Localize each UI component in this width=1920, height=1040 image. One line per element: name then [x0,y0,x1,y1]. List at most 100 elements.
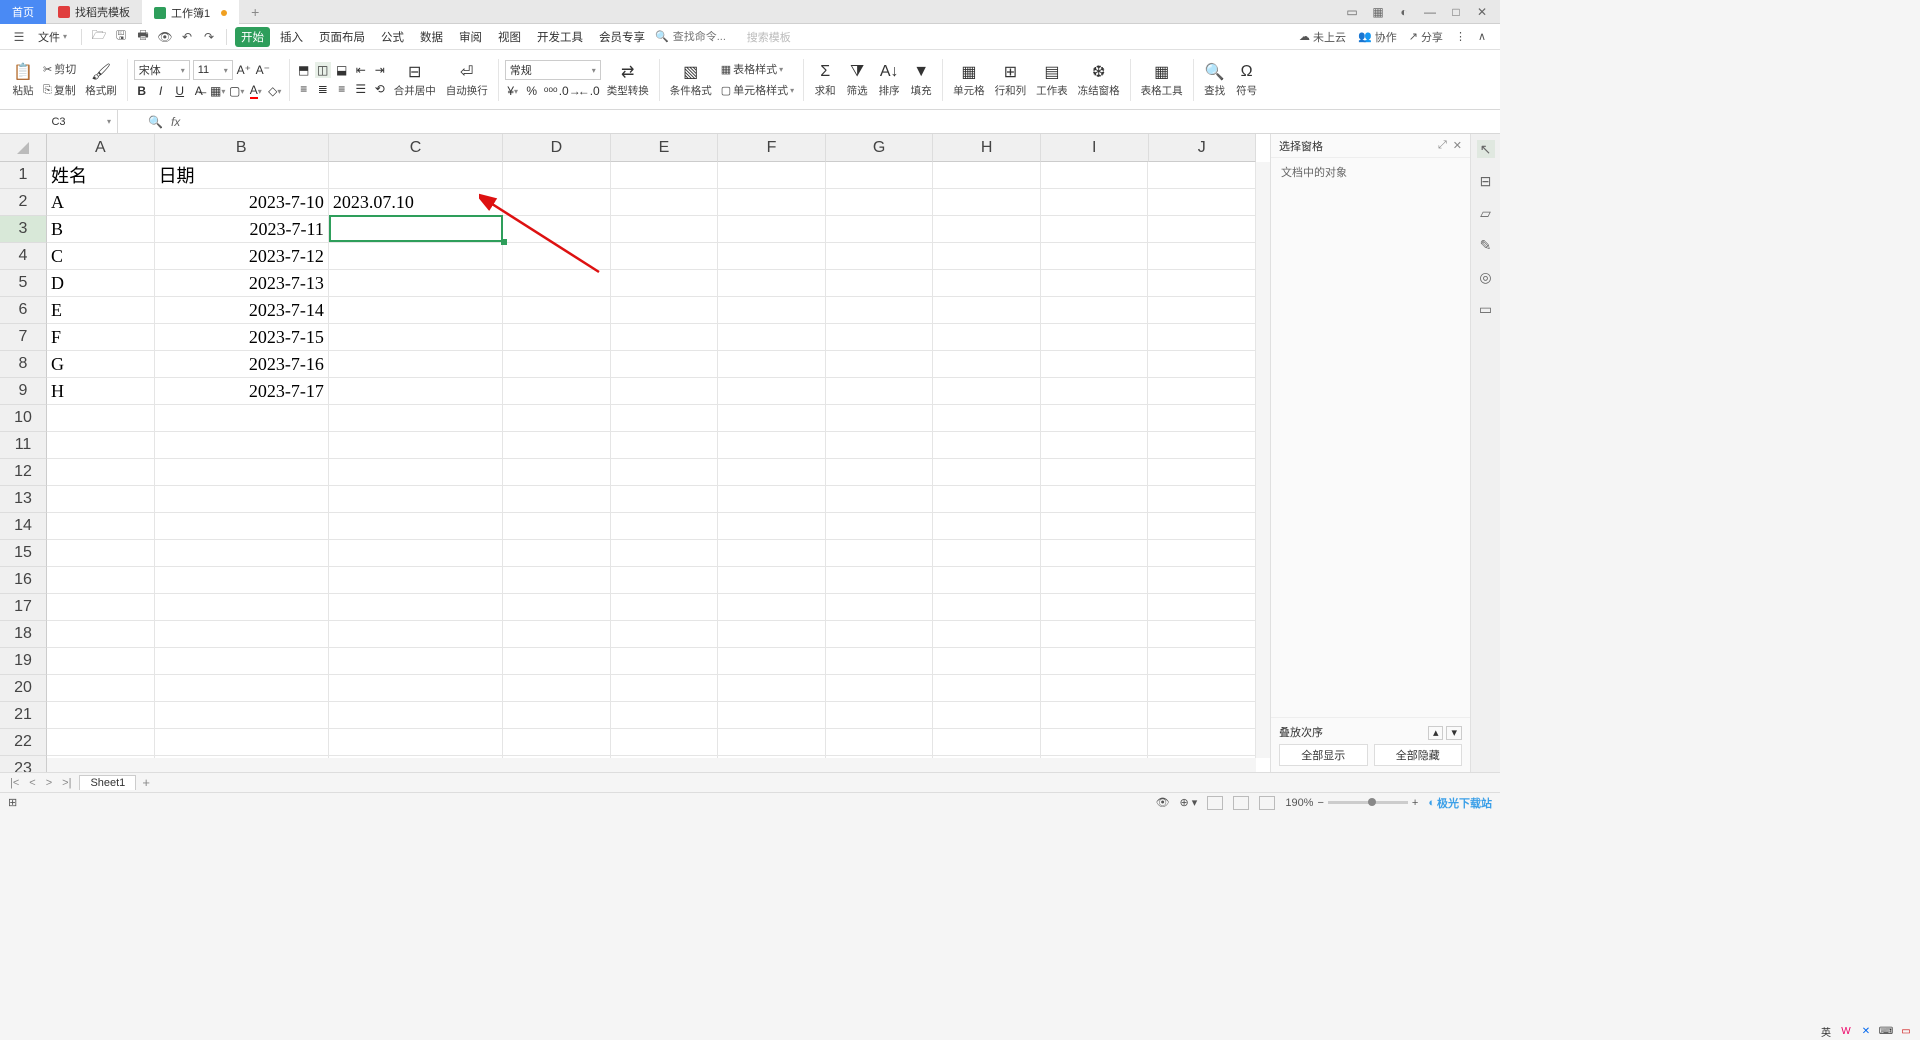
fill-color-icon[interactable]: ▢▾ [229,83,245,99]
file-menu[interactable]: 文件▾ [32,29,73,45]
cell[interactable] [47,567,155,594]
cell[interactable] [503,459,611,486]
cell[interactable]: 日期 [155,162,329,189]
cell[interactable] [1148,702,1256,729]
cell[interactable] [933,351,1041,378]
cell[interactable]: 2023-7-17 [155,378,329,405]
underline-icon[interactable]: U [172,83,188,99]
strip-icon-5[interactable]: ◎ [1477,268,1495,286]
cell[interactable] [718,729,826,756]
cell[interactable] [155,729,329,756]
cell[interactable] [329,324,503,351]
align-top-icon[interactable]: ⬒ [296,62,312,78]
menu-data[interactable]: 数据 [414,27,449,47]
col-header-C[interactable]: C [329,134,503,162]
cell[interactable] [155,648,329,675]
sheet-tab[interactable]: Sheet1 [79,775,136,790]
cloud-status[interactable]: ☁未上云 [1295,29,1350,45]
cell[interactable] [503,297,611,324]
cell[interactable] [329,378,503,405]
menu-formula[interactable]: 公式 [375,27,410,47]
zoom-slider[interactable] [1328,801,1408,804]
cell[interactable] [47,513,155,540]
cell[interactable] [826,189,934,216]
cell[interactable] [718,432,826,459]
cell[interactable]: 2023-7-15 [155,324,329,351]
cell[interactable] [329,594,503,621]
decrease-font-icon[interactable]: A⁻ [255,62,271,78]
cell[interactable]: B [47,216,155,243]
cell[interactable] [611,216,719,243]
sheet-nav-last[interactable]: >| [60,777,73,789]
cell[interactable] [826,324,934,351]
col-header-J[interactable]: J [1149,134,1257,162]
cell[interactable]: 2023-7-12 [155,243,329,270]
cell[interactable] [933,540,1041,567]
tray-icon-2[interactable]: ✕ [1858,1024,1874,1038]
row-header[interactable]: 10 [0,405,47,432]
row-header[interactable]: 13 [0,486,47,513]
cell[interactable] [826,648,934,675]
align-bottom-icon[interactable]: ⬓ [334,62,350,78]
cell[interactable] [1148,513,1256,540]
cell[interactable] [611,405,719,432]
menu-vip[interactable]: 会员专享 [593,27,651,47]
indent-increase-icon[interactable]: ⇥ [372,62,388,78]
collapse-ribbon-icon[interactable]: ∧ [1474,30,1490,43]
cell[interactable] [826,513,934,540]
redo-icon[interactable]: ↷ [200,28,218,46]
cell[interactable] [611,351,719,378]
cell[interactable]: 2023-7-14 [155,297,329,324]
row-header[interactable]: 4 [0,243,47,270]
cut-button[interactable]: ✂剪切 [40,60,79,78]
cell[interactable] [1041,513,1149,540]
cell[interactable] [47,621,155,648]
cell[interactable] [503,540,611,567]
cell[interactable] [718,621,826,648]
cell[interactable] [1041,459,1149,486]
preview-icon[interactable]: 👁 [156,28,174,46]
copy-button[interactable]: ⎘复制 [40,81,79,99]
cell[interactable] [329,729,503,756]
cell[interactable] [155,621,329,648]
cell[interactable] [1041,270,1149,297]
strike-icon[interactable]: A̶ [191,83,207,99]
cell[interactable] [47,405,155,432]
menu-dev-tools[interactable]: 开发工具 [531,27,589,47]
cell[interactable] [718,189,826,216]
cell[interactable] [503,702,611,729]
merge-center-button[interactable]: ⊟合并居中 [390,55,440,105]
table-style-button[interactable]: ▦表格样式▾ [718,60,797,78]
cell[interactable] [1148,405,1256,432]
cell[interactable] [329,243,503,270]
cell[interactable]: 2023-7-10 [155,189,329,216]
cell[interactable] [503,378,611,405]
select-all-corner[interactable] [0,134,47,162]
cell[interactable] [933,189,1041,216]
cell[interactable] [933,405,1041,432]
cell[interactable] [826,432,934,459]
window-user-icon[interactable]: ◐ [1396,4,1412,20]
cell[interactable] [503,270,611,297]
cell[interactable] [503,621,611,648]
tray-icon-4[interactable]: ▭ [1898,1024,1914,1038]
table-tools-button[interactable]: ▦表格工具 [1137,55,1187,105]
fx-icon[interactable]: fx [171,115,180,129]
cell[interactable] [1148,540,1256,567]
increase-font-icon[interactable]: A⁺ [236,62,252,78]
currency-icon[interactable]: ¥▾ [505,83,521,99]
view-normal-button[interactable] [1207,796,1223,810]
show-all-button[interactable]: 全部显示 [1279,744,1368,766]
cell[interactable] [329,162,503,189]
cell[interactable] [503,243,611,270]
cell[interactable] [503,486,611,513]
cell[interactable] [155,594,329,621]
cell[interactable] [933,162,1041,189]
cell[interactable] [1148,621,1256,648]
paste-group[interactable]: 📋粘贴 [8,55,38,105]
cell[interactable] [718,405,826,432]
view-eye-icon[interactable]: 👁 [1156,796,1170,809]
row-header[interactable]: 21 [0,702,47,729]
send-backward-icon[interactable]: ▾ [1446,726,1462,740]
cell[interactable] [1148,351,1256,378]
